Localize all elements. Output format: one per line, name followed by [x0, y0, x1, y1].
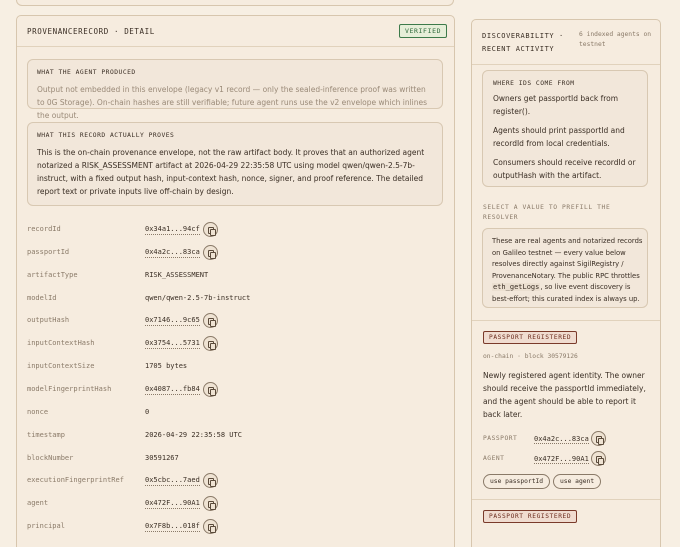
field-row-timestamp: timestamp 2026-04-29 22:35:58 UTC	[27, 425, 447, 447]
verified-badge: VERIFIED	[399, 24, 448, 38]
event-description: Newly registered agent identity. The own…	[483, 371, 646, 419]
prefill-label: SELECT A VALUE TO PREFILL THE RESOLVER	[483, 204, 611, 221]
ids-heading: WHERE IDS COME FROM	[493, 80, 575, 87]
previous-panel-edge	[16, 0, 454, 6]
field-value[interactable]: 0x4087...fb84	[145, 385, 200, 395]
copy-icon[interactable]	[203, 336, 218, 352]
field-value: 2026-04-29 22:35:58 UTC	[145, 430, 242, 439]
field-value[interactable]: 0x5cbc...7aed	[145, 476, 200, 487]
field-row-inputContextSize: inputContextSize 1705 bytes	[27, 356, 447, 378]
proves-infobox: WHAT THIS RECORD ACTUALLY PROVES This is…	[27, 122, 443, 206]
testnet-info-box: These are real agents and notarized reco…	[482, 228, 648, 308]
agent-value[interactable]: 0x472F...90A1	[534, 455, 589, 464]
detail-header: PROVENANCERECORD · DETAIL VERIFIED	[17, 16, 454, 47]
copy-icon[interactable]	[203, 381, 218, 397]
copy-icon[interactable]	[203, 519, 218, 535]
event-passport-row: PASSPORT 0x4a2c...83ca	[483, 431, 651, 451]
field-key: principal	[27, 522, 65, 531]
field-key: blockNumber	[27, 453, 74, 462]
field-key: timestamp	[27, 430, 65, 439]
field-row-executionFingerprintRef: executionFingerprintRef 0x5cbc...7aed	[27, 470, 447, 492]
field-value[interactable]: 0x34a1...94cf	[145, 225, 200, 235]
event-divider	[472, 499, 660, 500]
detail-title: PROVENANCERECORD · DETAIL	[27, 27, 155, 36]
field-value[interactable]: 0x7F8b...018f	[145, 522, 200, 533]
field-value: RISK_ASSESSMENT	[145, 270, 209, 279]
copy-icon[interactable]	[203, 222, 218, 237]
field-row-recordId: recordId 0x34a1...94cf	[27, 219, 447, 241]
copy-icon[interactable]	[203, 496, 218, 512]
field-value[interactable]: 0x472F...90A1	[145, 499, 200, 510]
field-row-passportId: passportId 0x4a2c...83ca	[27, 242, 447, 264]
field-key: modelFingerprintHash	[27, 384, 112, 393]
passport-key: PASSPORT	[483, 435, 518, 442]
use-passportid-button[interactable]: use passportId	[483, 474, 551, 489]
copy-icon[interactable]	[591, 431, 606, 446]
event-agent-row: AGENT 0x472F...90A1	[483, 451, 651, 471]
produced-heading: WHAT THE AGENT PRODUCED	[37, 69, 136, 76]
field-key: passportId	[27, 247, 70, 256]
field-row-principal: principal 0x7F8b...018f	[27, 516, 447, 538]
use-agent-button[interactable]: use agent	[553, 474, 602, 489]
proves-heading: WHAT THIS RECORD ACTUALLY PROVES	[37, 132, 175, 139]
field-key: inputContextSize	[27, 362, 95, 371]
field-key: recordId	[27, 225, 61, 233]
copy-icon[interactable]	[203, 473, 218, 489]
field-row-blockNumber: blockNumber 30591267	[27, 448, 447, 470]
testnet-info-text: These are real agents and notarized reco…	[492, 237, 643, 303]
field-key: modelId	[27, 293, 57, 302]
field-value[interactable]: 0x3754...5731	[145, 339, 200, 350]
produced-text: Output not embedded in this envelope (le…	[37, 85, 428, 120]
event-divider	[472, 320, 660, 321]
field-row-nonce: nonce 0	[27, 402, 447, 424]
field-value: qwen/qwen-2.5-7b-instruct	[145, 293, 251, 302]
passport-registered-badge-2: PASSPORT REGISTERED	[483, 510, 578, 523]
field-key: agent	[27, 499, 49, 508]
ids-consumer-text: Consumers should receive recordId or out…	[493, 158, 636, 180]
field-row-outputHash: outputHash 0x7146...9c65	[27, 310, 447, 332]
proves-text: This is the on-chain provenance envelope…	[37, 148, 425, 196]
copy-icon[interactable]	[591, 451, 606, 466]
field-row-artifactType: artifactType RISK_ASSESSMENT	[27, 265, 447, 287]
field-value: 30591267	[145, 453, 179, 462]
ids-owner-text: Owners get passportId back from register…	[493, 94, 619, 116]
rpc-method-code: eth_getLogs	[492, 283, 541, 292]
copy-icon[interactable]	[203, 313, 218, 329]
event-block-info: on-chain · block 30579126	[483, 353, 578, 360]
field-row-modelId: modelId qwen/qwen-2.5-7b-instruct	[27, 288, 447, 310]
field-key: nonce	[27, 407, 49, 416]
field-row-modelFingerprintHash: modelFingerprintHash 0x4087...fb84	[27, 379, 447, 401]
activity-divider	[472, 64, 660, 65]
agent-key: AGENT	[483, 455, 505, 462]
ids-agent-text: Agents should print passportId and recor…	[493, 126, 625, 148]
field-value[interactable]: 0x7146...9c65	[145, 316, 200, 327]
passport-registered-badge: PASSPORT REGISTERED	[483, 331, 578, 344]
indexed-agents-count: 6 indexed agents on testnet	[579, 31, 652, 48]
discoverability-panel: DISCOVERABILITY · RECENT ACTIVITY 6 inde…	[471, 19, 661, 547]
field-key: artifactType	[27, 270, 78, 279]
field-row-inputContextHash: inputContextHash 0x3754...5731	[27, 333, 447, 355]
provenance-detail-panel: PROVENANCERECORD · DETAIL VERIFIED WHAT …	[16, 15, 455, 547]
field-value: 0	[145, 407, 150, 416]
field-row-agent: agent 0x472F...90A1	[27, 493, 447, 515]
activity-title: DISCOVERABILITY · RECENT ACTIVITY	[482, 32, 564, 53]
passport-value[interactable]: 0x4a2c...83ca	[534, 435, 589, 444]
field-value[interactable]: 0x4a2c...83ca	[145, 248, 200, 258]
field-key: inputContextHash	[27, 339, 95, 348]
field-key: executionFingerprintRef	[27, 476, 124, 485]
field-key: outputHash	[27, 316, 70, 325]
produced-infobox: WHAT THE AGENT PRODUCED Output not embed…	[27, 59, 443, 120]
ids-origin-box: WHERE IDS COME FROM Owners get passportI…	[482, 70, 648, 187]
field-value: 1705 bytes	[145, 362, 188, 371]
copy-icon[interactable]	[203, 244, 218, 260]
